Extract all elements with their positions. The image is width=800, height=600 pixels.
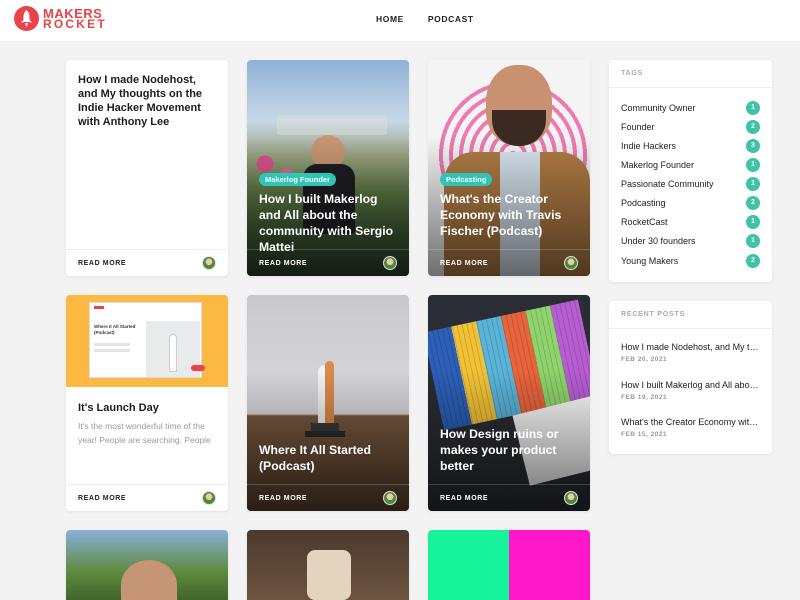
post-tag[interactable]: Makerlog Founder	[259, 173, 337, 186]
author-avatar[interactable]	[202, 256, 216, 270]
tag-count-badge: 2	[746, 196, 760, 210]
rocket-icon	[170, 335, 176, 371]
tag-item[interactable]: Young Makers 2	[621, 254, 760, 268]
post-cover-image	[428, 530, 590, 600]
post-card[interactable]: Where It All Started (Podcast) READ MORE	[247, 295, 409, 511]
post-card[interactable]: Podcasting What's the Creator Economy wi…	[428, 60, 590, 276]
post-card[interactable]	[247, 530, 409, 600]
tag-count-badge: 1	[746, 234, 760, 248]
rocket-icon	[14, 6, 39, 31]
tag-item[interactable]: Indie Hackers 3	[621, 139, 760, 153]
read-more-link[interactable]: READ MORE	[259, 260, 307, 267]
author-avatar[interactable]	[564, 491, 578, 505]
post-title[interactable]: Where It All Started (Podcast)	[259, 442, 399, 474]
nav-podcast[interactable]: PODCAST	[428, 14, 474, 24]
nav-home[interactable]: HOME	[376, 14, 404, 24]
read-more-link[interactable]: READ MORE	[440, 260, 488, 267]
post-card[interactable]: Where It All Started (Podcast) It's Laun…	[66, 295, 228, 511]
recent-post-date: FEB 19, 2021	[621, 394, 668, 401]
logo-line-2: ROCKET	[43, 16, 107, 31]
post-card[interactable]: Makerlog Founder How I built Makerlog an…	[247, 60, 409, 276]
tag-count-badge: 1	[746, 177, 760, 191]
post-title[interactable]: It's Launch Day	[78, 401, 218, 415]
author-avatar[interactable]	[202, 491, 216, 505]
author-avatar[interactable]	[564, 256, 578, 270]
site-logo[interactable]: MAKERS ROCKET	[14, 6, 107, 31]
post-card[interactable]	[66, 530, 228, 600]
tag-count-badge: 1	[746, 101, 760, 115]
tag-item[interactable]: Community Owner 1	[621, 101, 760, 115]
tags-widget: TAGS Community Owner 1 Founder 2 Indie Hac…	[609, 60, 772, 282]
tag-item[interactable]: Makerlog Founder 1	[621, 158, 760, 172]
post-title[interactable]: What's the Creator Economy with Travis F…	[440, 191, 580, 239]
main-nav: HOME PODCAST	[376, 14, 474, 24]
recent-post-item[interactable]: How I made Nodehost, and My thoughts on …	[621, 342, 760, 363]
tag-count-badge: 1	[746, 158, 760, 172]
post-card[interactable]	[428, 530, 590, 600]
recent-posts-widget-title: RECENT POSTS	[621, 311, 686, 318]
recent-post-title[interactable]: How I made Nodehost, and My thoughts on …	[621, 342, 760, 352]
post-tag[interactable]: Podcasting	[440, 173, 493, 186]
read-more-link[interactable]: READ MORE	[259, 495, 307, 502]
tags-widget-title: TAGS	[621, 70, 644, 77]
launch-screenshot: Where It All Started (Podcast)	[89, 302, 205, 378]
recent-posts-widget: RECENT POSTS How I made Nodehost, and My…	[609, 301, 772, 454]
post-title[interactable]: How I built Makerlog and All about the c…	[259, 191, 399, 255]
author-avatar[interactable]	[383, 491, 397, 505]
post-title[interactable]: How Design ruins or makes your product b…	[440, 426, 580, 474]
tag-count-badge: 1	[746, 215, 760, 229]
recent-post-title[interactable]: How I built Makerlog and All about the c…	[621, 380, 760, 390]
recent-post-item[interactable]: What's the Creator Economy with Travis F…	[621, 417, 760, 438]
tag-item[interactable]: Founder 2	[621, 120, 760, 134]
read-more-link[interactable]: READ MORE	[78, 260, 126, 267]
post-title[interactable]: How I made Nodehost, and My thoughts on …	[78, 73, 218, 129]
tag-count-badge: 3	[746, 139, 760, 153]
recent-post-date: FEB 20, 2021	[621, 356, 668, 363]
post-card[interactable]: How I made Nodehost, and My thoughts on …	[66, 60, 228, 276]
post-excerpt: It's the most wonderful time of the year…	[78, 421, 211, 445]
tag-count-badge: 2	[746, 254, 760, 268]
tag-item[interactable]: Passionate Community 1	[621, 177, 760, 191]
recent-post-date: FEB 15, 2021	[621, 431, 668, 438]
author-avatar[interactable]	[383, 256, 397, 270]
launch-screenshot-heading: Where It All Started (Podcast)	[94, 324, 136, 335]
recent-post-item[interactable]: How I built Makerlog and All about the c…	[621, 380, 760, 401]
post-card[interactable]: How Design ruins or makes your product b…	[428, 295, 590, 511]
tag-item[interactable]: Under 30 founders 1	[621, 234, 760, 248]
recent-post-title[interactable]: What's the Creator Economy with Travis F…	[621, 417, 760, 427]
tag-count-badge: 2	[746, 120, 760, 134]
site-header: MAKERS ROCKET HOME PODCAST	[0, 0, 800, 42]
read-more-link[interactable]: READ MORE	[440, 495, 488, 502]
tag-item[interactable]: RocketCast 1	[621, 215, 760, 229]
tag-item[interactable]: Podcasting 2	[621, 196, 760, 210]
read-more-link[interactable]: READ MORE	[78, 495, 126, 502]
